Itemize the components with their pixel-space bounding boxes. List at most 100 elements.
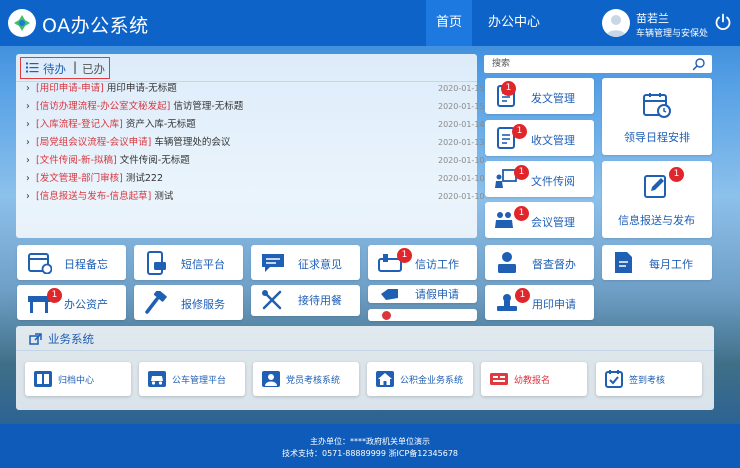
list-item[interactable]: › [信访办理流程-办公室文秘发起] 信访管理-无标题 2020-01-15 [26,99,485,115]
document-edit-icon [615,252,632,273]
nav-home[interactable]: 首页 [426,0,472,46]
item-date: 2020-01-10 [438,174,485,183]
list-item[interactable]: › [信息报送与发布-信息起草] 测试 2020-01-10 [26,189,485,205]
tile-label: 短信平台 [181,258,225,271]
tile-label: 文件传阅 [531,175,575,188]
logo-icon [14,15,30,31]
list-item[interactable]: › [用印申请-申请] 用印申请-无标题 2020-01-15 [26,81,485,97]
chevron-right-icon: › [26,119,30,130]
chevron-right-icon: › [26,137,30,148]
calendar-clock-icon [643,93,671,118]
tile-supervision[interactable]: 督查督办 [485,245,594,280]
calendar-icon [28,253,52,274]
item-date: 2020-01-14 [438,120,485,129]
biz-archive-center[interactable]: 归档中心 [25,362,131,396]
tile-sms-platform[interactable]: 短信平台 [134,245,243,280]
tile-leave-request[interactable]: 请假申请 [368,285,477,303]
tile-label: 用印申请 [532,298,576,311]
biz-vehicle-platform[interactable]: 公车管理平台 [139,362,245,396]
list-item[interactable]: › [文件传阅-新-拟稿] 文件传阅-无标题 2020-01-10 [26,153,485,169]
search-icon[interactable] [692,57,706,71]
archive-icon [34,371,52,387]
tile-label: 督查督办 [532,258,576,271]
tile-schedule-memo[interactable]: 日程备忘 [17,245,126,280]
badge: 1 [512,124,527,139]
search-input[interactable] [484,55,684,73]
biz-preschool-registration[interactable]: 幼教报名 [481,362,587,396]
tile-label: 收文管理 [531,134,575,147]
user-name: 苗若兰 [636,12,669,25]
edit-icon [644,175,666,198]
tile-document-circulation[interactable]: 1 文件传阅 [485,161,594,197]
avatar[interactable] [602,9,630,37]
tile-label: 会议管理 [531,216,575,229]
tile-shouwen-management[interactable]: 1 收文管理 [485,120,594,156]
tile-office-assets[interactable]: 1 办公资产 [17,285,126,320]
tile-label: 领导日程安排 [624,131,690,144]
registration-icon [490,373,508,385]
chevron-right-icon: › [26,155,30,166]
badge: 1 [669,167,684,182]
chevron-right-icon: › [26,83,30,94]
external-link-icon [29,333,42,345]
biz-housing-fund[interactable]: 公积金业务系统 [367,362,473,396]
tile-monthly-work[interactable]: 每月工作 [602,245,712,280]
tile-reception-dining[interactable]: 接待用餐 [251,285,360,316]
chevron-right-icon: › [26,191,30,202]
footer-sponsor: 主办单位：****政府机关单位演示 [310,437,430,446]
phone-message-icon [147,251,166,275]
badge: 1 [515,288,530,303]
tile-label: 信访工作 [415,258,459,271]
chat-icon [262,254,284,272]
divider [16,350,714,351]
checkin-icon [605,370,623,388]
supervision-icon [498,252,516,273]
top-header: OA办公系统 首页 办公中心 苗若兰 车辆管理与安保处 [0,0,740,46]
tile-label: 信息报送与发布 [618,214,695,227]
tile-petition-work[interactable]: 1 信访工作 [368,245,477,280]
tile-info-publishing[interactable]: 1 信息报送与发布 [602,161,712,238]
list-item[interactable]: › [入库流程-登记入库] 资产入库-无标题 2020-01-14 [26,117,485,133]
tile-leader-schedule[interactable]: 领导日程安排 [602,78,712,155]
record-icon [382,311,391,320]
hand-icon [381,289,398,300]
tab-separator: | [73,60,78,74]
nav-office-center[interactable]: 办公中心 [484,0,544,46]
tile-label: 征求意见 [298,258,342,271]
list-item[interactable]: › [发文管理-部门审核] 测试222 2020-01-10 [26,171,485,187]
tile-placeholder[interactable] [368,309,477,321]
item-date: 2020-01-15 [438,102,485,111]
user-icon [606,15,626,37]
tile-label: 报修服务 [181,298,225,311]
item-date: 2020-01-13 [438,138,485,147]
item-date: 2020-01-10 [438,192,485,201]
tile-meeting-management[interactable]: 1 会议管理 [485,202,594,238]
chevron-right-icon: › [26,101,30,112]
tile-repair-service[interactable]: 报修服务 [134,285,243,320]
item-date: 2020-01-10 [438,156,485,165]
person-icon [262,371,280,387]
user-department: 车辆管理与安保处 [636,29,709,39]
list-icon [26,62,39,73]
section-title: 业务系统 [48,332,94,346]
tile-solicit-opinions[interactable]: 征求意见 [251,245,360,280]
tile-seal-request[interactable]: 1 用印申请 [485,285,594,320]
search-box [484,55,712,73]
tab-done[interactable]: 已办 [82,61,105,77]
tile-label: 每月工作 [649,258,693,271]
power-icon[interactable] [714,13,732,35]
tile-label: 发文管理 [531,92,575,105]
list-item[interactable]: › [局党组会议流程-会议申请] 车辆管理处的会议 2020-01-13 [26,135,485,151]
tile-label: 日程备忘 [64,258,108,271]
tile-label: 办公资产 [64,298,108,311]
biz-label: 党员考核系统 [286,376,341,386]
biz-attendance[interactable]: 签到考核 [596,362,702,396]
tab-pending[interactable]: 待办 [43,61,66,77]
biz-label: 签到考核 [629,376,666,386]
utensils-icon [262,290,282,310]
biz-label: 公车管理平台 [172,376,227,386]
tile-fawen-management[interactable]: 1 发文管理 [485,78,594,114]
biz-party-assessment[interactable]: 党员考核系统 [253,362,359,396]
car-icon [148,371,166,387]
item-date: 2020-01-15 [438,84,485,93]
